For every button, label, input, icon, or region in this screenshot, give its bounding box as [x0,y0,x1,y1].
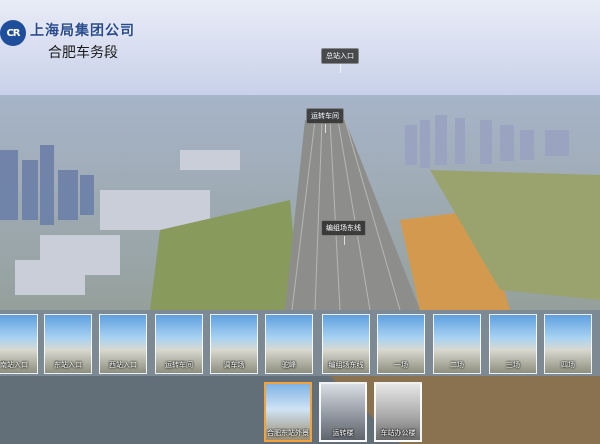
scene-thumb[interactable]: 编组场东线 [322,314,370,374]
scene-thumb[interactable]: 运转车间 [155,314,203,374]
sub-thumb-active[interactable]: 合肥东站外景 [264,382,312,442]
sub-thumb[interactable]: 车站办公楼 [374,382,422,442]
scene-thumb[interactable]: 调车场 [210,314,258,374]
org-name: 上海局集团公司 [30,23,135,39]
scene-thumbnail-strip: 南站入口 东站入口 西站入口 运转车间 调车场 驼峰 编组场东线 一场 二场 三… [0,310,600,376]
unit-name: 合肥车务段 [48,45,118,61]
scene-thumb[interactable]: 二场 [433,314,481,374]
scene-thumb[interactable]: 东站入口 [44,314,92,374]
scene-thumb[interactable]: 四场 [544,314,592,374]
hotspot-main-entrance[interactable]: 总站入口 [321,48,359,73]
scene-thumb[interactable]: 驼峰 [265,314,313,374]
sub-thumb[interactable]: 运转楼 [319,382,367,442]
brand-logo: CR 上海局集团公司 合肥车务段 [0,14,180,64]
scene-thumb[interactable]: 三场 [489,314,537,374]
scene-thumb[interactable]: 西站入口 [99,314,147,374]
hotspot-operations[interactable]: 运转车间 [306,108,344,133]
scene-thumb[interactable]: 南站入口 [0,314,38,374]
hotspot-yard-east[interactable]: 编组场东线 [321,220,366,245]
sub-scene-strip: 合肥东站外景 运转楼 车站办公楼 [0,378,600,444]
scene-thumb[interactable]: 一场 [377,314,425,374]
railway-emblem-icon: CR [0,20,26,46]
